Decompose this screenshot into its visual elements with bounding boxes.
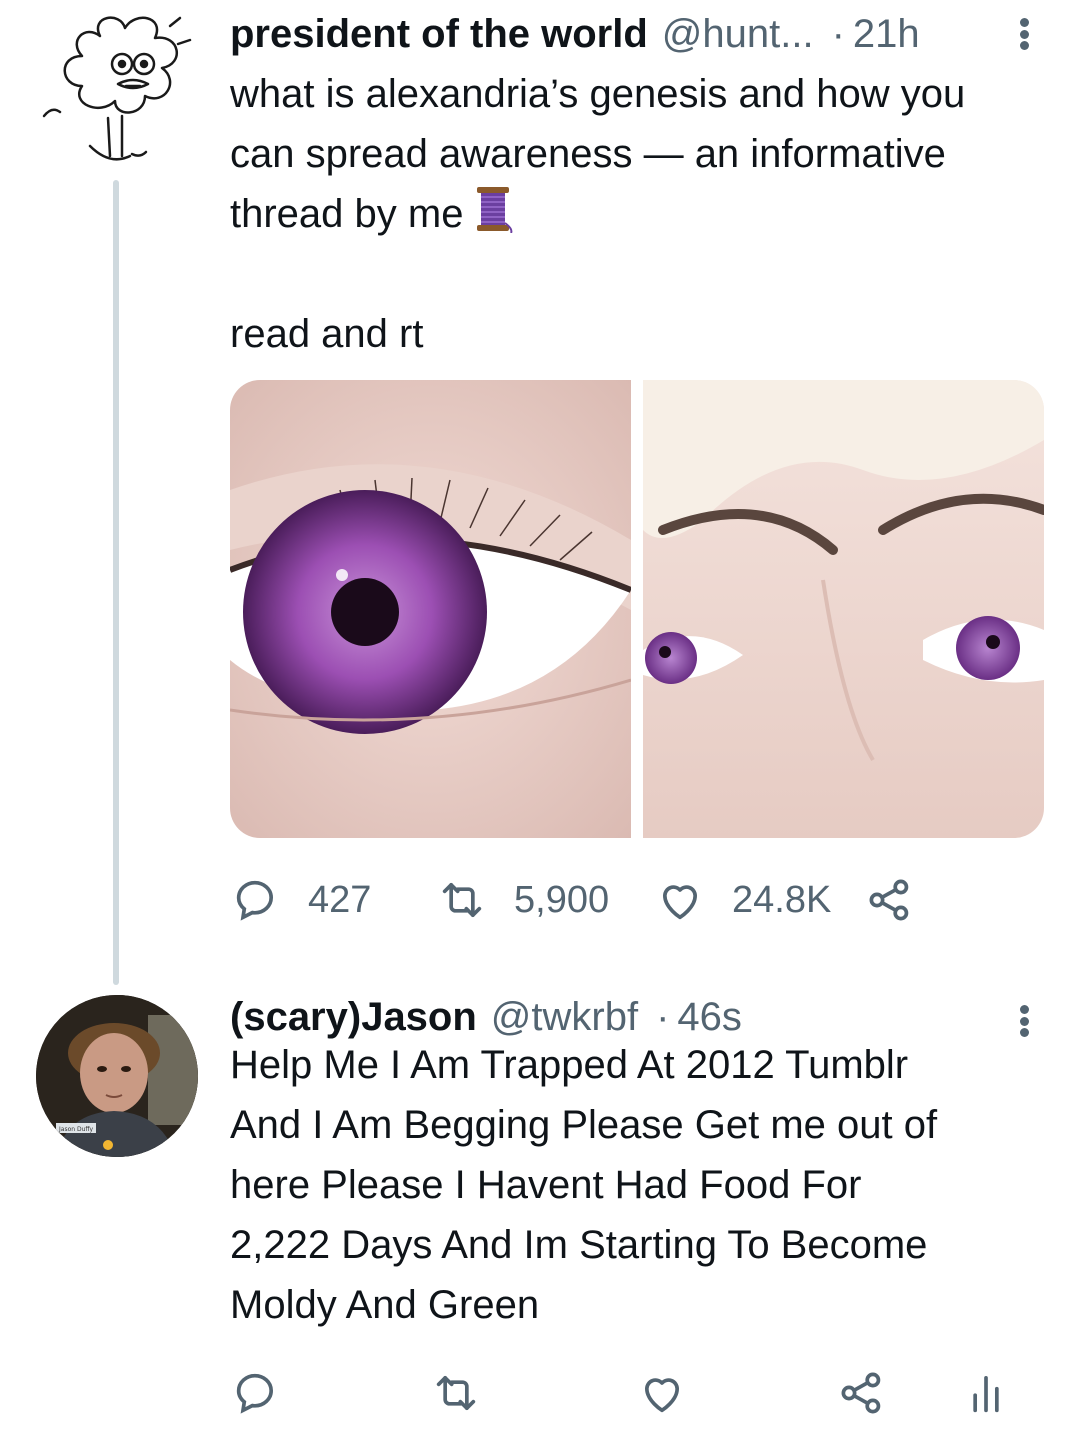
tweet-text: what is alexandria’s genesis and how you… [230, 64, 1044, 364]
share-icon [841, 1372, 881, 1414]
tweet-header: president of the world @hunt... · 21h [230, 10, 1044, 58]
more-dot-icon [1019, 1016, 1029, 1026]
display-name[interactable]: (scary)Jason [230, 995, 477, 1040]
reply-button[interactable]: 427 [230, 874, 371, 926]
more-options-button[interactable] [1012, 12, 1036, 56]
doodle-flower-face-icon [42, 16, 192, 161]
purple-eyes-face-image[interactable] [643, 380, 1044, 838]
avatar-doodle[interactable] [30, 6, 200, 166]
display-name[interactable]: president of the world [230, 12, 648, 57]
separator-dot: · [656, 994, 670, 1039]
share-button[interactable] [864, 874, 916, 926]
tweet-text-line: 2,222 Days And Im Starting To Become [230, 1223, 928, 1267]
timestamp[interactable]: 46s [677, 995, 742, 1040]
tweet-text-line: read and rt [230, 312, 424, 356]
tweet-text: Help Me I Am Trapped At 2012 Tumblr And … [230, 1035, 1044, 1335]
tweet-text-line: Help Me I Am Trapped At 2012 Tumblr [230, 1043, 909, 1087]
user-handle[interactable]: @twkrbf [491, 995, 638, 1040]
tweet-text-line: here Please I Havent Had Food For [230, 1163, 862, 1207]
tweet-original[interactable]: president of the world @hunt... · 21h wh… [0, 0, 1080, 985]
reply-button[interactable] [230, 1367, 282, 1419]
like-button[interactable]: 24.8K [654, 874, 831, 926]
retweet-count: 5,900 [514, 878, 610, 921]
share-button[interactable] [836, 1367, 888, 1419]
thread-connector-line [113, 180, 119, 985]
tweet-text-line: And I Am Begging Please Get me out of [230, 1103, 938, 1147]
tweet-text-line: can spread awareness — an informative [230, 132, 946, 176]
avatar-photo[interactable]: Jason Duffy [36, 995, 198, 1157]
tweet-reply[interactable]: Jason Duffy (scary)Jason @twkrbf · 46s H… [0, 985, 1080, 1439]
thread-spool-icon [477, 187, 513, 233]
timestamp[interactable]: 21h [853, 12, 920, 57]
tweet-text-line: what is alexandria’s genesis and how you [230, 72, 966, 116]
more-dot-icon [1019, 41, 1029, 50]
tweet-header: (scary)Jason @twkrbf · 46s [230, 993, 1044, 1041]
avatar-caption: Jason Duffy [58, 1126, 94, 1133]
share-icon [869, 879, 909, 921]
more-dot-icon [1019, 18, 1029, 27]
heart-icon [644, 1378, 680, 1413]
like-button[interactable] [636, 1367, 688, 1419]
purple-eye-closeup-image[interactable] [230, 380, 631, 838]
reply-count: 427 [308, 878, 372, 921]
tweet-text-line: Moldy And Green [230, 1283, 540, 1327]
analytics-icon [973, 1375, 999, 1413]
like-count: 24.8K [732, 878, 832, 921]
reply-icon [236, 1373, 274, 1414]
more-dot-icon [1019, 29, 1029, 39]
user-photo-image: Jason Duffy [36, 995, 198, 1157]
tweet-actions: 427 5,900 24.8K [230, 870, 1044, 930]
separator-dot: · [831, 11, 845, 56]
tweet-actions [230, 1363, 1044, 1423]
user-handle[interactable]: @hunt... [662, 12, 814, 57]
retweet-icon [442, 882, 482, 918]
tweet-content: (scary)Jason @twkrbf · 46s Help Me I Am … [230, 985, 1044, 1439]
more-dot-icon [1019, 1005, 1029, 1014]
tweet-media-grid[interactable] [230, 380, 1044, 838]
tweet-text-line: thread by me [230, 184, 1044, 244]
retweet-button[interactable]: 5,900 [436, 874, 609, 926]
heart-icon [662, 885, 698, 920]
tweet-text-segment: thread by me [230, 192, 464, 236]
tweet-content: president of the world @hunt... · 21h wh… [230, 0, 1044, 985]
retweet-icon [436, 1375, 476, 1411]
reply-icon [236, 880, 274, 921]
analytics-button[interactable] [960, 1367, 1012, 1419]
retweet-button[interactable] [430, 1367, 482, 1419]
